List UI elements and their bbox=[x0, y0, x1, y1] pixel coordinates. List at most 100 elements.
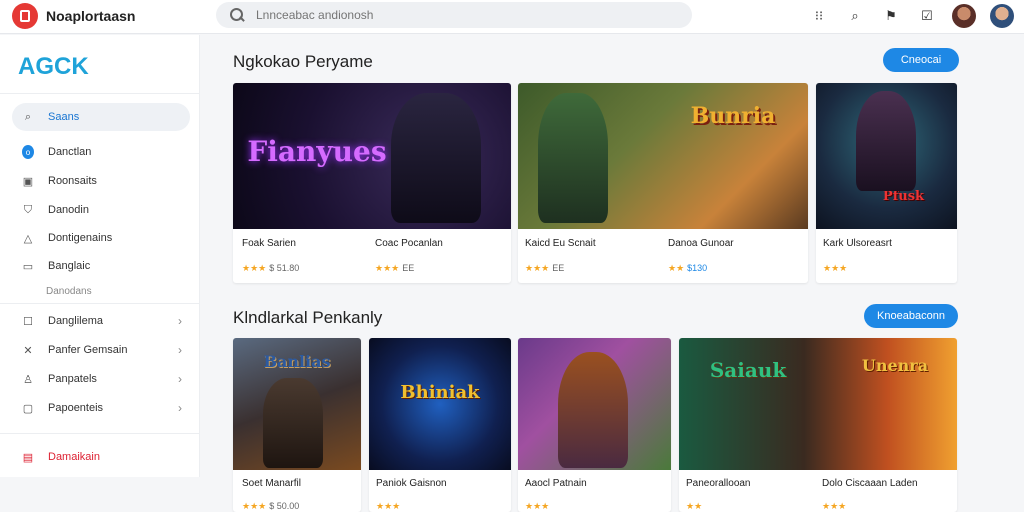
rating-stars: ★★★ EE bbox=[525, 263, 564, 274]
sidebar-footer-label: Damaikain bbox=[48, 451, 100, 463]
sidebar-group-panfer-gemsain[interactable]: ✕ Panfer Gemsain › bbox=[12, 336, 190, 364]
info-icon: o bbox=[22, 145, 34, 159]
game-art: Fianyues bbox=[233, 83, 511, 229]
game-card[interactable]: Bhiniak Paniok Gaisnon ★★★ bbox=[369, 338, 511, 512]
top-actions: ⁝⁝ ⌕ ⚑ ☑ bbox=[808, 4, 1014, 28]
game-card[interactable]: Saiauk Unenra Paneorallooan ★★ Dolo Cisc… bbox=[679, 338, 957, 512]
rating-value: ★★★ bbox=[375, 263, 400, 273]
search-icon: ⌕ bbox=[24, 110, 32, 123]
game-art-title: Pfusk bbox=[882, 189, 925, 204]
sidebar-item-label: Danodin bbox=[48, 204, 89, 216]
game-art-title: Fianyues bbox=[247, 135, 387, 168]
brand-logo: AGCK bbox=[18, 53, 89, 80]
card-title: Coac Pocanlan bbox=[375, 238, 443, 249]
price-label: $130 bbox=[687, 263, 708, 273]
divider bbox=[0, 303, 200, 304]
search-input[interactable] bbox=[256, 8, 656, 22]
sidebar-item-label: Saans bbox=[48, 111, 80, 123]
rating-stars: ★★ bbox=[686, 501, 705, 512]
rating-value: ★★★ bbox=[242, 501, 267, 511]
sidebar-item-damaikain[interactable]: ▤ Damaikain bbox=[12, 443, 190, 471]
price-label: EE bbox=[402, 263, 415, 273]
card-title: Soet Manarfil bbox=[242, 478, 301, 489]
game-card[interactable]: Aaocl Patnain ★★★ bbox=[518, 338, 671, 512]
section-action-button[interactable]: Cneocai bbox=[883, 48, 959, 72]
card-title: Kark Ulsoreasrt bbox=[823, 238, 892, 249]
chat-icon: ▢ bbox=[22, 402, 34, 415]
game-card[interactable]: Pfusk Kark Ulsoreasrt ★★★ bbox=[816, 83, 957, 283]
rating-value: ★★★ bbox=[525, 501, 550, 511]
rating-stars: ★★★ $ 50.00 bbox=[242, 501, 299, 512]
square-icon: ☐ bbox=[23, 315, 33, 328]
character-figure bbox=[391, 93, 481, 223]
chevron-right-icon: › bbox=[178, 314, 182, 328]
sidebar-group-label: Panfer Gemsain bbox=[48, 344, 128, 356]
character-figure bbox=[538, 93, 608, 223]
rating-stars: ★★ $130 bbox=[668, 263, 707, 274]
sidebar-item-banglaic[interactable]: ▭ Banglaic bbox=[12, 252, 190, 280]
flag-icon[interactable]: ⚑ bbox=[880, 5, 902, 27]
rating-stars: ★★★ EE bbox=[375, 263, 414, 274]
sidebar-group-label: Panpatels bbox=[48, 373, 97, 385]
sidebar-group-panpatels[interactable]: ♙ Panpatels › bbox=[12, 365, 190, 393]
tools-icon: ✕ bbox=[23, 344, 33, 357]
rating-stars: ★★★ bbox=[525, 501, 552, 512]
card-title: Paniok Gaisnon bbox=[376, 478, 447, 489]
card-title: Aaocl Patnain bbox=[525, 478, 587, 489]
book-icon: ▣ bbox=[22, 175, 34, 188]
game-art: Banlias bbox=[233, 338, 361, 470]
sidebar-item-label: Roonsaits bbox=[48, 175, 97, 187]
game-card[interactable]: Fianyues Foak Sarien ★★★ $ 51.80 Coac Poc… bbox=[233, 83, 511, 283]
avatar[interactable] bbox=[990, 4, 1014, 28]
character-figure bbox=[263, 378, 323, 468]
card-title: Foak Sarien bbox=[242, 238, 296, 249]
rating-value: ★★★ bbox=[376, 501, 401, 511]
price-label: $ 51.80 bbox=[269, 263, 300, 273]
section-title: Ngkokao Peryame bbox=[233, 52, 373, 71]
game-card[interactable]: Banlias Soet Manarfil ★★★ $ 50.00 bbox=[233, 338, 361, 512]
sidebar-item-label: Danctlan bbox=[48, 146, 92, 158]
card-title: Dolo Ciscaaan Laden bbox=[822, 478, 918, 489]
app-logo-icon[interactable] bbox=[12, 3, 38, 29]
top-bar: Noaplortaasn ⁝⁝ ⌕ ⚑ ☑ bbox=[0, 0, 1024, 34]
divider bbox=[0, 433, 200, 434]
search-bar[interactable] bbox=[216, 2, 692, 28]
chevron-right-icon: › bbox=[178, 343, 182, 357]
sidebar: AGCK ⌕ Saans o Danctlan ▣ Roonsaits ⛉ Da… bbox=[0, 35, 200, 477]
search-icon[interactable]: ⌕ bbox=[844, 5, 866, 27]
shield-icon: ⛉ bbox=[23, 203, 33, 216]
game-art-title: Banlias bbox=[263, 352, 331, 371]
divider bbox=[0, 93, 200, 94]
game-art: Bunria bbox=[518, 83, 808, 229]
sidebar-item-danodin[interactable]: ⛉ Danodin bbox=[12, 196, 190, 224]
user-icon: ♙ bbox=[23, 373, 33, 386]
card-title: Kaicd Eu Scnait bbox=[525, 238, 596, 249]
rating-value: ★★ bbox=[668, 263, 685, 273]
rating-value: ★★★ bbox=[242, 263, 267, 273]
search-icon bbox=[230, 8, 244, 22]
monitor-icon: ▭ bbox=[22, 260, 34, 273]
rating-value: ★★★ bbox=[823, 263, 848, 273]
sidebar-item-roonsaits[interactable]: ▣ Roonsaits bbox=[12, 167, 190, 195]
checkbox-icon[interactable]: ☑ bbox=[916, 5, 938, 27]
game-card[interactable]: Bunria Kaicd Eu Scnait ★★★ EE Danoa Gunoa… bbox=[518, 83, 808, 283]
character-figure bbox=[558, 352, 628, 468]
card-title: Paneorallooan bbox=[686, 478, 751, 489]
sidebar-group-papoenteis[interactable]: ▢ Papoenteis › bbox=[12, 394, 190, 422]
chevron-right-icon: › bbox=[178, 401, 182, 415]
warning-icon: △ bbox=[23, 232, 33, 245]
section-action-button[interactable]: Knoeabaconn bbox=[864, 304, 958, 328]
sidebar-group-danglilema[interactable]: ☐ Danglilema › bbox=[12, 307, 190, 335]
sidebar-item-saans[interactable]: ⌕ Saans bbox=[12, 103, 190, 131]
sidebar-item-danctlan[interactable]: o Danctlan bbox=[12, 138, 190, 166]
game-art-title: Bhiniak bbox=[400, 382, 480, 403]
sidebar-item-dontigenains[interactable]: △ Dontigenains bbox=[12, 224, 190, 252]
rating-stars: ★★★ bbox=[823, 263, 850, 274]
rating-stars: ★★★ bbox=[822, 501, 849, 512]
character-figure bbox=[856, 91, 916, 191]
grid-icon[interactable]: ⁝⁝ bbox=[808, 5, 830, 27]
game-art: Saiauk Unenra bbox=[679, 338, 957, 470]
rating-stars: ★★★ bbox=[376, 501, 403, 512]
avatar[interactable] bbox=[952, 4, 976, 28]
sidebar-group-label: Danglilema bbox=[48, 315, 104, 327]
